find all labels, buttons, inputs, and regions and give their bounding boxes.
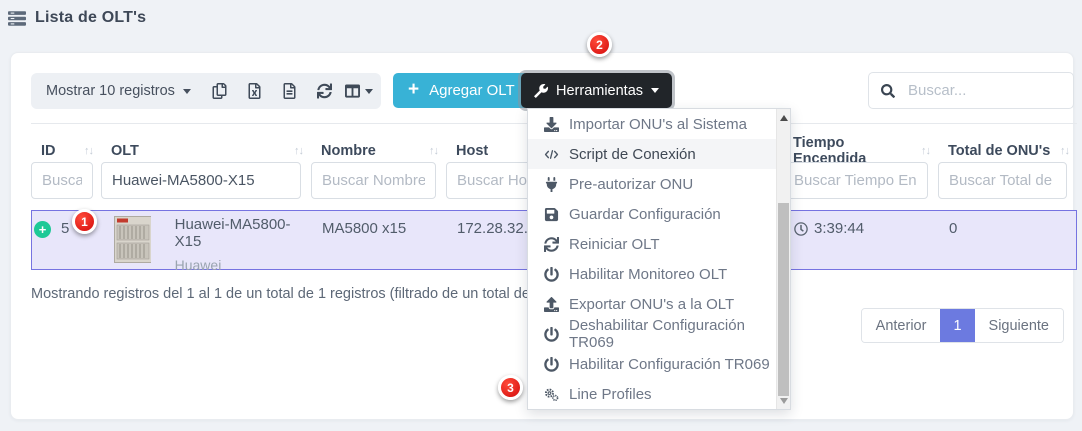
tools-button[interactable]: Herramientas (521, 73, 672, 108)
clock-icon (794, 222, 808, 236)
gears-icon (543, 387, 560, 402)
power-icon (543, 327, 560, 342)
sync-icon (543, 237, 560, 252)
search-box (868, 72, 1074, 109)
next-page-button[interactable]: Siguiente (975, 309, 1063, 342)
menu-item-habilitar-monitoreo[interactable]: Habilitar Monitoreo OLT (528, 259, 790, 289)
olt-list-page: Lista de OLT's Mostrar 10 registros + Ag… (0, 0, 1082, 431)
menu-item-importar-onus[interactable]: Importar ONU's al Sistema (528, 109, 790, 139)
sort-icon: ↑↓ (84, 145, 93, 157)
menu-item-pre-autorizar-onu[interactable]: Pre-autorizar ONU (528, 169, 790, 199)
columns-icon (345, 83, 360, 99)
triangle-up-icon (780, 115, 788, 121)
upload-icon (543, 297, 560, 312)
row-tiempo-encendida: 3:39:44 (814, 220, 864, 237)
menu-scrollbar[interactable] (776, 109, 790, 409)
file-lines-icon (282, 83, 297, 99)
annotation-badge-3: 3 (498, 375, 523, 400)
chevron-down-icon (651, 88, 659, 93)
search-icon (881, 84, 895, 98)
row-nombre: MA5800 x15 (312, 211, 447, 273)
filter-id-input[interactable] (31, 162, 93, 199)
olt-device-image (114, 216, 151, 263)
scrollbar-thumb[interactable] (778, 203, 789, 396)
refresh-icon (317, 83, 332, 99)
menu-item-exportar-onus[interactable]: Exportar ONU's a la OLT (528, 289, 790, 319)
export-excel-button[interactable] (237, 73, 272, 109)
plug-icon (543, 177, 560, 192)
filter-total-onus-input[interactable] (938, 162, 1067, 199)
reload-button[interactable] (307, 73, 342, 109)
copy-button[interactable] (202, 73, 237, 109)
page-1-button[interactable]: 1 (940, 309, 974, 342)
pagination: Anterior 1 Siguiente (861, 308, 1064, 343)
add-olt-button[interactable]: + Agregar OLT (393, 73, 530, 108)
tools-menu: Importar ONU's al Sistema Script de Cone… (527, 108, 791, 410)
power-icon (543, 267, 560, 282)
chevron-down-icon (365, 89, 373, 94)
menu-item-line-profiles[interactable]: Line Profiles (528, 379, 790, 409)
annotation-badge-2: 2 (587, 32, 612, 57)
annotation-badge-1: 1 (72, 209, 97, 234)
filter-olt-input[interactable] (101, 162, 301, 199)
length-menu-label: Mostrar 10 registros (46, 83, 175, 99)
triangle-down-icon (780, 398, 788, 404)
save-icon (543, 207, 560, 222)
plus-icon: + (408, 80, 419, 99)
scroll-up-button[interactable] (777, 111, 790, 124)
filter-tiempo-input[interactable] (783, 162, 928, 199)
length-menu-button[interactable]: Mostrar 10 registros (35, 83, 202, 99)
page-header: Lista de OLT's (8, 9, 146, 27)
column-visibility-button[interactable] (342, 73, 377, 109)
menu-item-reiniciar-olt[interactable]: Reiniciar OLT (528, 229, 790, 259)
add-olt-label: Agregar OLT (429, 82, 515, 99)
menu-item-habilitar-tr069[interactable]: Habilitar Configuración TR069 (528, 349, 790, 379)
code-icon (543, 147, 560, 162)
copy-icon (212, 83, 227, 99)
export-pdf-button[interactable] (272, 73, 307, 109)
filter-nombre-input[interactable] (311, 162, 436, 199)
row-id: 5 (61, 220, 69, 237)
expand-row-button[interactable]: + (34, 221, 51, 238)
download-icon (543, 117, 560, 132)
menu-item-deshabilitar-tr069[interactable]: Deshabilitar Configuración TR069 (528, 319, 790, 349)
excel-icon (247, 83, 262, 99)
row-olt-name: Huawei-MA5800-X15 (175, 216, 312, 250)
list-bars-icon (8, 11, 26, 26)
menu-item-guardar-configuracion[interactable]: Guardar Configuración (528, 199, 790, 229)
chevron-down-icon (183, 89, 191, 94)
search-input[interactable] (906, 81, 1061, 100)
row-total-onus: 0 (939, 211, 1078, 273)
wrench-icon (534, 84, 548, 98)
previous-page-button[interactable]: Anterior (862, 309, 941, 342)
row-olt-vendor: Huawei (175, 257, 312, 273)
sort-icon: ↑↓ (429, 145, 438, 157)
power-icon (543, 357, 560, 372)
sort-icon: ↑↓ (1060, 145, 1069, 157)
sort-icon: ↑↓ (921, 145, 930, 157)
menu-item-script-conexion[interactable]: Script de Conexión (528, 139, 790, 169)
table-toolbar: Mostrar 10 registros (31, 73, 381, 109)
scroll-down-button[interactable] (777, 394, 790, 407)
page-title: Lista de OLT's (35, 9, 146, 27)
sort-icon: ↑↓ (294, 145, 303, 157)
tools-label: Herramientas (556, 83, 643, 99)
